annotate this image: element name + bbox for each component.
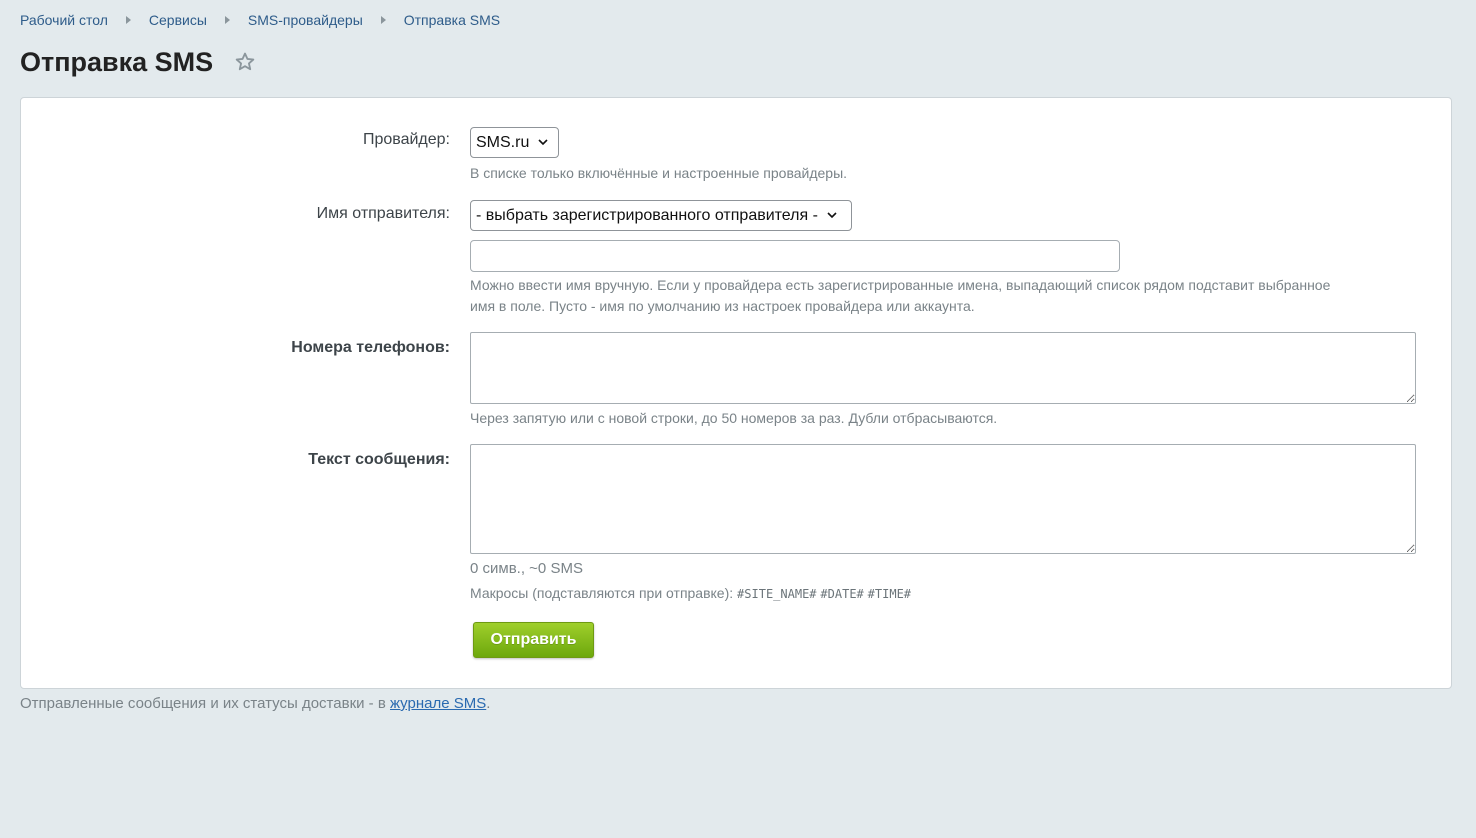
provider-select-value: SMS.ru (476, 133, 530, 151)
send-button[interactable]: Отправить (473, 622, 594, 658)
footer-note: Отправленные сообщения и их статусы дост… (20, 695, 490, 712)
sender-hint-line-2: имя в поле. Пусто - имя по умолчанию из … (470, 298, 975, 314)
sender-label: Имя отправителя: (316, 205, 450, 222)
message-counter: 0 симв., ~0 SMS (470, 560, 583, 577)
page-title: Отправка SMS (20, 47, 214, 77)
sender-select-value: - выбрать зарегистрированного отправител… (476, 206, 818, 224)
breadcrumb-item-sms-providers[interactable]: SMS-провайдеры (248, 12, 363, 28)
provider-label: Провайдер: (362, 131, 450, 148)
breadcrumb-separator-icon (224, 16, 230, 24)
breadcrumb: Рабочий стол Сервисы SMS-провайдеры Отпр… (20, 11, 500, 29)
title-row: Отправка SMS (20, 46, 257, 78)
breadcrumb-separator-icon (125, 16, 131, 24)
breadcrumb-item-desktop[interactable]: Рабочий стол (20, 12, 108, 28)
breadcrumb-item-services[interactable]: Сервисы (149, 12, 207, 28)
footer-suffix: . (486, 695, 491, 712)
chevron-down-icon (538, 139, 548, 146)
send-sms-form: Провайдер: SMS.ru В списке только включё… (20, 97, 1452, 689)
phones-textarea[interactable] (470, 332, 1416, 404)
star-outline-icon[interactable] (233, 50, 257, 74)
macros-line: Макросы (подставляются при отправке): #S… (470, 585, 911, 601)
sender-name-input[interactable] (470, 240, 1120, 272)
chevron-down-icon (827, 212, 837, 219)
breadcrumb-separator-icon (380, 16, 386, 24)
macro-time: #TIME# (867, 587, 912, 601)
provider-hint: В списке только включённые и настроенные… (470, 165, 848, 181)
provider-select[interactable]: SMS.ru (470, 127, 559, 158)
message-textarea[interactable] (470, 444, 1416, 554)
footer-text: Отправленные сообщения и их статусы дост… (20, 695, 386, 712)
sms-log-link[interactable]: журнале SMS (390, 695, 486, 712)
macros-label: Макросы (подставляются при отправке): (470, 585, 734, 601)
sender-select[interactable]: - выбрать зарегистрированного отправител… (470, 200, 852, 231)
phones-label: Номера телефонов: (291, 339, 450, 356)
macro-date: #DATE# (820, 587, 864, 601)
macro-site-name: #SITE_NAME# (737, 587, 817, 601)
sender-hint-line-1: Можно ввести имя вручную. Если у провайд… (470, 277, 1331, 293)
breadcrumb-item-send-sms[interactable]: Отправка SMS (404, 12, 500, 28)
phones-hint: Через запятую или с новой строки, до 50 … (470, 410, 998, 426)
message-label: Текст сообщения: (308, 451, 450, 468)
